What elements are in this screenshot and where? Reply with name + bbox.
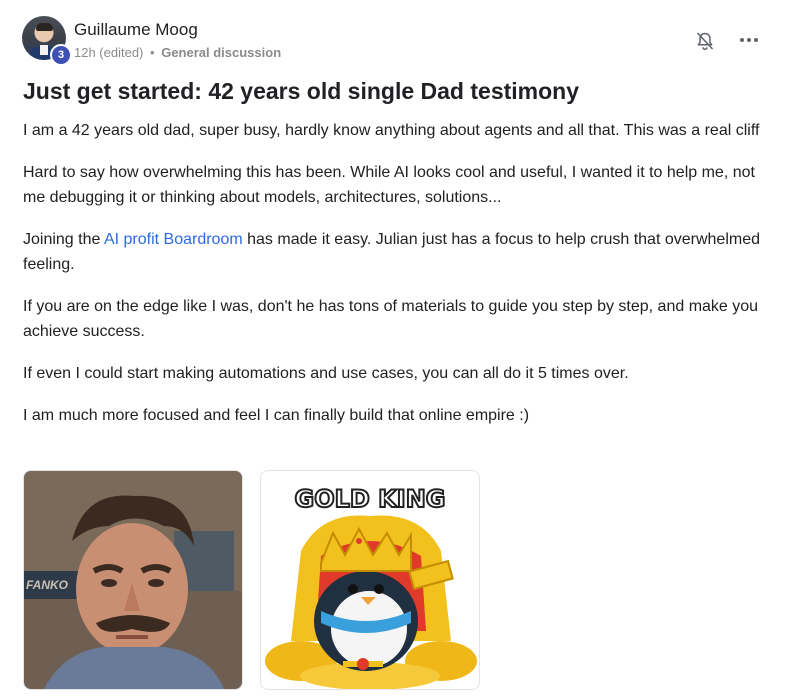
post-body: I am a 42 years old dad, super busy, har… [23, 118, 773, 445]
post-title: Just get started: 42 years old single Da… [23, 78, 579, 104]
thumb2-caption: GOLD KING [295, 485, 446, 513]
gif-thumbnail-gold-king[interactable]: GOLD KING [260, 470, 480, 690]
thumb1-caption: FANKO [26, 578, 69, 592]
level-badge: 3 [50, 44, 72, 66]
post-time: 12h (edited) [74, 45, 144, 60]
paragraph-4: If you are on the edge like I was, don't… [23, 298, 759, 340]
post-header: 3 Guillaume Moog 12h (edited) • General … [22, 16, 782, 66]
paragraph-5: If even I could start making automations… [23, 365, 629, 382]
meta-separator: • [150, 45, 155, 60]
post-meta: 12h (edited) • General discussion [74, 45, 281, 60]
paragraph-6: I am much more focused and feel I can fi… [23, 407, 530, 424]
bell-off-icon[interactable] [694, 30, 716, 52]
author-name[interactable]: Guillaume Moog [74, 20, 198, 40]
boardroom-link[interactable]: AI profit Boardroom [104, 231, 243, 248]
paragraph-1: I am a 42 years old dad, super busy, har… [23, 122, 760, 139]
more-options-icon[interactable] [736, 30, 762, 50]
gif-thumbnail-ron[interactable]: FANKO [23, 470, 243, 690]
paragraph-3-before: Joining the [23, 231, 104, 248]
paragraph-3: Joining the AI profit Boardroom has made… [23, 227, 773, 277]
paragraph-2: Hard to say how overwhelming this has be… [23, 164, 755, 206]
post-category[interactable]: General discussion [161, 45, 281, 60]
